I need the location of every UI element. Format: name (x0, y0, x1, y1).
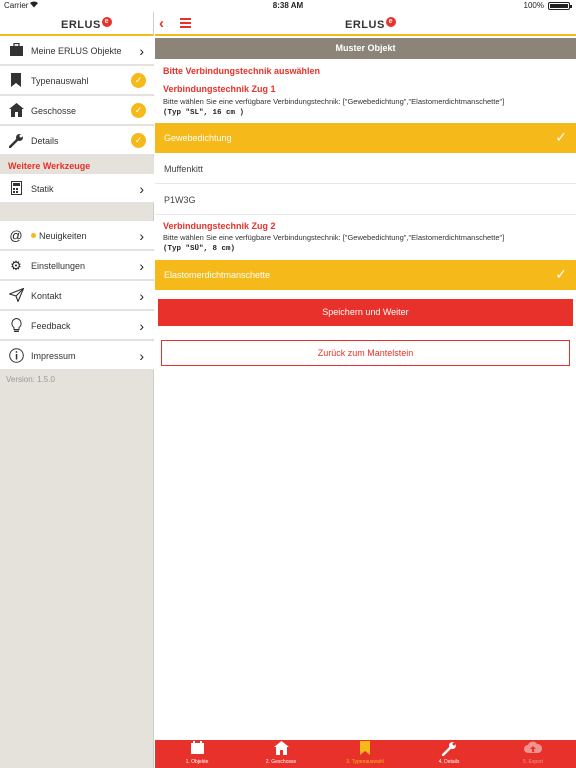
lightbulb-icon (8, 317, 24, 334)
tab-label: 5. Export (522, 759, 543, 765)
sidebar-item-label: Einstellungen (31, 261, 86, 271)
chevron-right-icon: › (139, 43, 144, 59)
bottom-tab-bar: 1. Objekte 2. Geschosse 3. Typenauswahl … (155, 740, 576, 768)
cloud-upload-icon (491, 741, 575, 759)
wrench-icon (8, 133, 24, 149)
sidebar-item-geschosse[interactable]: Geschosse ✓ (0, 96, 154, 125)
option-label: Elastomerdichtmanschette (164, 270, 271, 280)
sidebar-item-einstellungen[interactable]: ⚙ Einstellungen › (0, 251, 154, 280)
erlus-logo: ERLUS e (61, 17, 112, 32)
tab-objekte[interactable]: 1. Objekte (155, 740, 239, 768)
unread-dot (31, 233, 36, 238)
option-p1w3g[interactable]: P1W3G (155, 185, 576, 215)
save-continue-button[interactable]: Speichern und Weiter (158, 299, 573, 326)
option-label: Gewebedichtung (164, 133, 232, 143)
sidebar-item-label: Typenauswahl (31, 76, 89, 86)
option-elastomerdichtmanschette[interactable]: Elastomerdichtmanschette ✓ (155, 260, 576, 290)
erlus-logo: ERLUS e (345, 17, 396, 32)
group-description-zug1: Bitte wählen Sie eine verfügbare Verbind… (163, 97, 505, 106)
option-muffenkitt[interactable]: Muffenkitt (155, 154, 576, 184)
sidebar-item-label: Details (31, 136, 59, 146)
checkmark-icon: ✓ (555, 266, 567, 282)
sidebar-item-feedback[interactable]: Feedback › (0, 311, 154, 340)
battery-percent: 100% (523, 1, 544, 10)
option-label: Muffenkitt (164, 164, 203, 174)
group-type-zug1: (Typ "SL", 16 cm ) (163, 109, 245, 117)
tab-label: 3. Typenauswahl (346, 759, 384, 765)
chevron-right-icon: › (139, 288, 144, 304)
sidebar-item-label: Impressum (31, 351, 76, 361)
page-title: Muster Objekt (155, 38, 576, 59)
sidebar: ERLUS e Meine ERLUS Objekte › Typenauswah… (0, 12, 154, 768)
house-icon (8, 103, 24, 119)
sidebar-item-neuigkeiten[interactable]: @ Neuigkeiten › (0, 221, 154, 250)
sidebar-item-label: Statik (31, 184, 54, 194)
sidebar-item-label: Meine ERLUS Objekte (31, 46, 122, 56)
chevron-right-icon: › (139, 348, 144, 364)
selection-prompt: Bitte Verbindungstechnik auswählen (163, 66, 321, 76)
briefcase-icon (8, 42, 24, 59)
main-panel: ‹ ERLUS e Muster Objekt Bitte Verbindungs… (155, 12, 576, 768)
battery-icon (548, 2, 572, 10)
chevron-right-icon: › (139, 181, 144, 197)
bookmark-icon (323, 741, 407, 759)
house-icon (239, 741, 323, 759)
gear-icon: ⚙ (10, 258, 22, 273)
chevron-right-icon: › (139, 318, 144, 334)
check-icon: ✓ (131, 103, 146, 118)
tab-details[interactable]: 4. Details (407, 740, 491, 768)
hamburger-menu-icon[interactable] (180, 18, 191, 28)
sidebar-item-typenauswahl[interactable]: Typenauswahl ✓ (0, 66, 154, 95)
tab-typenauswahl[interactable]: 3. Typenauswahl (323, 740, 407, 768)
tab-geschosse[interactable]: 2. Geschosse (239, 740, 323, 768)
group-title-zug1: Verbindungstechnik Zug 1 (163, 84, 276, 94)
group-type-zug2: (Typ "SÜ", 8 cm) (163, 245, 236, 253)
at-icon: @ (9, 228, 23, 243)
check-icon: ✓ (131, 73, 146, 88)
tab-label: 4. Details (438, 759, 460, 765)
status-bar: Carrier 8:38 AM 100% (0, 0, 576, 12)
sidebar-item-statik[interactable]: Statik › (0, 174, 154, 203)
wrench-icon (407, 741, 491, 759)
calendar-icon (155, 741, 239, 759)
back-to-mantelstein-button[interactable]: Zurück zum Mantelstein (161, 340, 570, 366)
checkmark-icon: ✓ (555, 129, 567, 145)
sidebar-item-label: Geschosse (31, 106, 77, 116)
sidebar-item-impressum[interactable]: Impressum › (0, 341, 154, 370)
tab-export[interactable]: 5. Export (491, 740, 575, 768)
tab-label: 2. Geschosse (265, 759, 297, 765)
sidebar-item-label: Kontakt (31, 291, 62, 301)
sidebar-item-label: Feedback (31, 321, 71, 331)
option-label: P1W3G (164, 195, 196, 205)
sidebar-item-kontakt[interactable]: Kontakt › (0, 281, 154, 310)
group-title-zug2: Verbindungstechnik Zug 2 (163, 221, 276, 231)
sidebar-item-objekte[interactable]: Meine ERLUS Objekte › (0, 36, 154, 65)
paper-plane-icon (7, 287, 25, 304)
chevron-right-icon: › (139, 258, 144, 274)
status-time: 8:38 AM (272, 1, 304, 10)
info-icon (8, 348, 24, 364)
sidebar-header: ERLUS e (0, 12, 153, 36)
sidebar-item-label: Neuigkeiten (39, 231, 87, 241)
back-chevron-icon[interactable]: ‹ (159, 15, 164, 32)
section-title-werkzeuge: Weitere Werkzeuge (0, 157, 154, 174)
group-description-zug2: Bitte wählen Sie eine verfügbare Verbind… (163, 233, 505, 242)
bookmark-icon (8, 73, 24, 89)
option-gewebedichtung[interactable]: Gewebedichtung ✓ (155, 123, 576, 153)
tab-label: 1. Objekte (185, 759, 209, 765)
sidebar-item-details[interactable]: Details ✓ (0, 126, 154, 155)
chevron-right-icon: › (139, 228, 144, 244)
main-header: ‹ ERLUS e (155, 12, 576, 36)
version-label: Version: 1.5.0 (6, 375, 55, 384)
calculator-icon (8, 181, 24, 197)
check-icon: ✓ (131, 133, 146, 148)
